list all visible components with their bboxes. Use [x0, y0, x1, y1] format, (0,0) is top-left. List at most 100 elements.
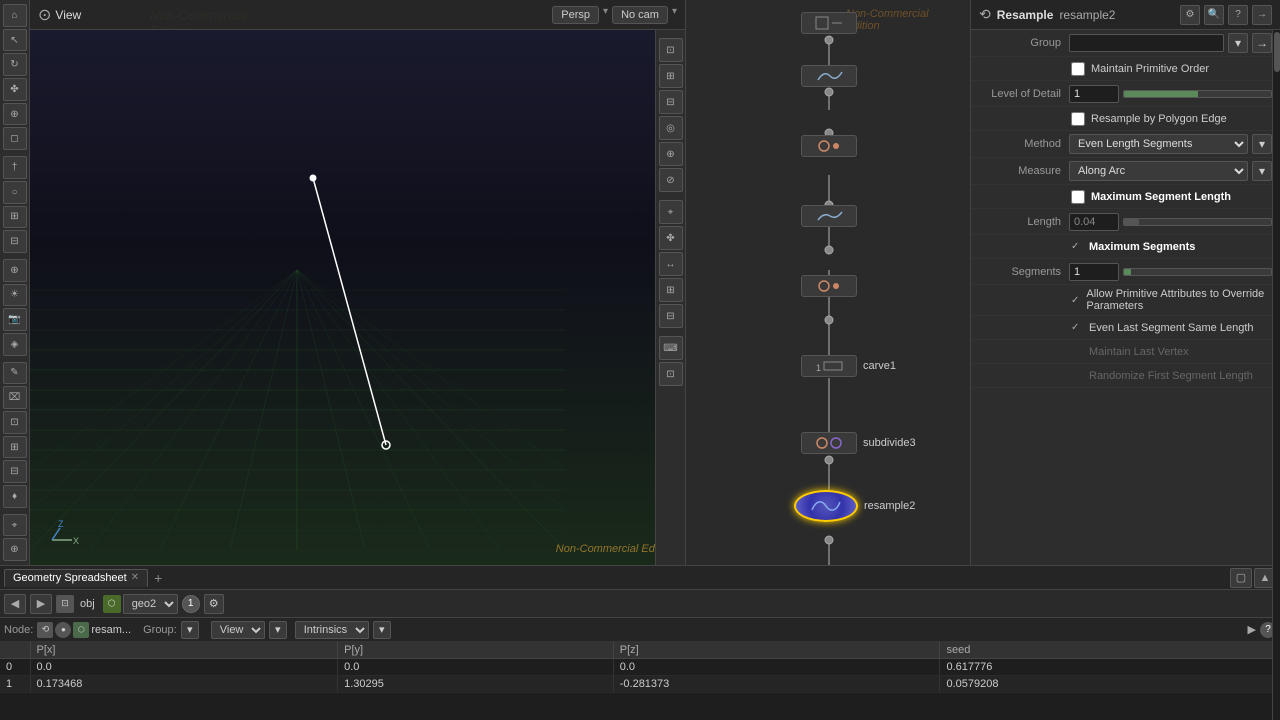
tab-label: Geometry Spreadsheet	[13, 572, 127, 584]
toolbar-pan-btn[interactable]: ✤	[3, 78, 27, 101]
view-arrow-btn[interactable]: ▾	[269, 621, 287, 639]
toolbar-home-btn[interactable]: ⌂	[3, 4, 27, 27]
vp-tool10[interactable]: ⊞	[659, 278, 683, 302]
prop-segments-row: Segments	[971, 259, 1280, 285]
method-select[interactable]: Even Length Segments	[1069, 134, 1248, 154]
measure-select[interactable]: Along Arc	[1069, 161, 1248, 181]
group-filter-btn[interactable]: ▾	[181, 621, 199, 639]
toolbar-light-btn[interactable]: ☀	[3, 284, 27, 307]
node-box-4[interactable]	[801, 205, 857, 227]
tab-add-btn[interactable]: +	[150, 570, 166, 586]
vp-tool13[interactable]: ⊡	[659, 362, 683, 386]
view-select[interactable]: View	[211, 621, 265, 639]
toolbar-edit8-btn[interactable]: ⊕	[3, 538, 27, 561]
method-arrow-btn[interactable]: ▾	[1252, 134, 1272, 154]
geometry-spreadsheet-tab[interactable]: Geometry Spreadsheet ✕	[4, 569, 148, 587]
group-input[interactable]	[1069, 34, 1224, 52]
carve1-label: carve1	[863, 360, 896, 372]
node-box-resample2[interactable]	[794, 490, 858, 522]
toolbar-cam-btn[interactable]: 📷	[3, 308, 27, 331]
vp-tool1[interactable]: ⊡	[659, 38, 683, 62]
tab-minimize-btn[interactable]: ▢	[1230, 568, 1252, 588]
node-box-5[interactable]	[801, 275, 857, 297]
toolbar-edit5-btn[interactable]: ⊟	[3, 460, 27, 483]
vp-tool4[interactable]: ◎	[659, 116, 683, 140]
properties-panel: ⟲ Resample resample2 ⚙ 🔍 ? → Group ▾	[970, 0, 1280, 565]
node-box-subdivide3[interactable]	[801, 432, 857, 454]
props-search-btn[interactable]: 🔍	[1204, 5, 1224, 25]
vp-tool7[interactable]: ⌖	[659, 200, 683, 224]
props-scrollbar-thumb[interactable]	[1274, 32, 1280, 72]
props-settings-btn[interactable]: ⚙	[1180, 5, 1200, 25]
spread-path-icon: ⊡	[56, 595, 74, 613]
toolbar-render-btn[interactable]: ◈	[3, 333, 27, 356]
length-input[interactable]	[1069, 213, 1119, 231]
toolbar-grid-btn[interactable]: ⊕	[3, 259, 27, 282]
toolbar-rotate-btn[interactable]: ↻	[3, 53, 27, 76]
props-pin-btn[interactable]: →	[1252, 5, 1272, 25]
node-geo-icon: ⬡	[73, 622, 89, 638]
node-row-3	[801, 135, 857, 157]
toolbar-pose-btn[interactable]: †	[3, 156, 27, 179]
node-box-3[interactable]	[801, 135, 857, 157]
spread-back-btn[interactable]: ◀	[4, 594, 26, 614]
lod-slider[interactable]	[1123, 90, 1272, 98]
node-resample2: resample2	[794, 490, 915, 522]
props-help-btn[interactable]: ?	[1228, 5, 1248, 25]
vp-tool9[interactable]: ↔	[659, 252, 683, 276]
resample-polygon-row: Resample by Polygon Edge	[971, 107, 1280, 131]
measure-arrow-btn[interactable]: ▾	[1252, 161, 1272, 181]
toolbar-cursor-btn[interactable]: ↖	[3, 29, 27, 52]
scene-geometry	[310, 175, 390, 449]
toolbar-edit4-btn[interactable]: ⊞	[3, 436, 27, 459]
group-pick-btn[interactable]: →	[1252, 33, 1272, 53]
vp-tool6[interactable]: ⊘	[659, 168, 683, 192]
max-seg-len-label: Maximum Segment Length	[1091, 191, 1231, 203]
play-btn[interactable]: ▶	[1248, 623, 1256, 636]
vp-tool8[interactable]: ✤	[659, 226, 683, 250]
vp-tool11[interactable]: ⊟	[659, 304, 683, 328]
vp-tool3[interactable]: ⊟	[659, 90, 683, 114]
intrinsics-arrow-btn[interactable]: ▾	[373, 621, 391, 639]
node-dot-icon: ●	[55, 622, 71, 638]
node-row-4	[801, 205, 857, 227]
toolbar-edit1-btn[interactable]: ✎	[3, 362, 27, 385]
segments-slider[interactable]	[1123, 268, 1272, 276]
toolbar-edit6-btn[interactable]: ♦	[3, 485, 27, 508]
toolbar-obj-btn[interactable]: ○	[3, 181, 27, 204]
col-header-seed: seed	[940, 642, 1280, 659]
intrinsics-select[interactable]: Intrinsics	[295, 621, 369, 639]
row1-pz: -0.281373	[613, 676, 940, 693]
spread-forward-btn[interactable]: ▶	[30, 594, 52, 614]
props-scrollbar[interactable]	[1272, 30, 1280, 565]
toolbar-edit3-btn[interactable]: ⊡	[3, 411, 27, 434]
spread-geo-select[interactable]: geo2	[123, 594, 178, 614]
segments-input[interactable]	[1069, 263, 1119, 281]
spread-path-container: ⊡ obj	[56, 595, 99, 613]
toolbar-select-btn[interactable]: ◻	[3, 127, 27, 150]
spread-options-btn[interactable]: ⚙	[204, 594, 224, 614]
length-slider[interactable]	[1123, 218, 1272, 226]
tab-close-btn[interactable]: ✕	[131, 572, 139, 583]
toolbar-manip-btn[interactable]: ⊞	[3, 206, 27, 229]
node-box-2[interactable]	[801, 65, 857, 87]
node-val-text: resam...	[91, 624, 131, 636]
maintain-primitive-checkbox[interactable]	[1071, 62, 1085, 76]
group-dropdown-btn[interactable]: ▾	[1228, 33, 1248, 53]
vp-tool12[interactable]: ⌨	[659, 336, 683, 360]
toolbar-edit2-btn[interactable]: ⌧	[3, 386, 27, 409]
resample-polygon-checkbox[interactable]	[1071, 112, 1085, 126]
node-box-carve1[interactable]: 1	[801, 355, 857, 377]
toolbar-snap-btn[interactable]: ⊟	[3, 230, 27, 253]
node-box-1[interactable]	[801, 12, 857, 34]
vp-tool5[interactable]: ⊕	[659, 142, 683, 166]
lod-input[interactable]	[1069, 85, 1119, 103]
cam-dropdown[interactable]: No cam	[612, 6, 668, 24]
toolbar-edit7-btn[interactable]: ⌖	[3, 514, 27, 537]
max-seg-len-checkbox[interactable]	[1071, 190, 1085, 204]
toolbar-zoom-btn[interactable]: ⊕	[3, 103, 27, 126]
vp-tool2[interactable]: ⊞	[659, 64, 683, 88]
persp-dropdown[interactable]: Persp	[552, 6, 599, 24]
svg-text:1: 1	[816, 363, 821, 373]
left-toolbar: ⌂ ↖ ↻ ✤ ⊕ ◻ † ○ ⊞ ⊟ ⊕ ☀ 📷 ◈ ✎ ⌧ ⊡ ⊞ ⊟ ♦ …	[0, 0, 30, 565]
